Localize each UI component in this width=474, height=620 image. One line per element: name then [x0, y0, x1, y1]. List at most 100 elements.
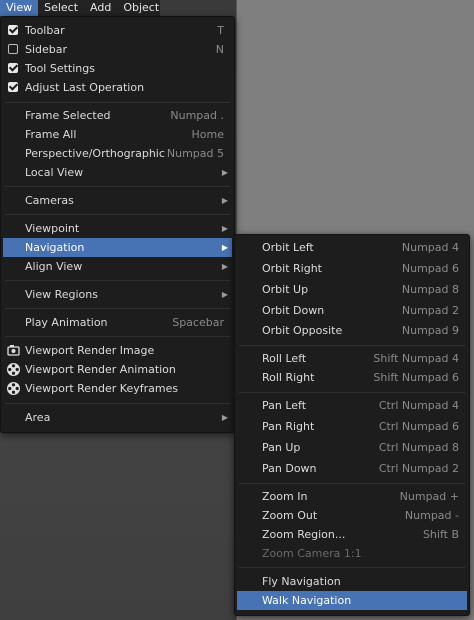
- menu-item-local-view[interactable]: Local View ▶: [3, 163, 232, 182]
- menu-item-label: Adjust Last Operation: [25, 81, 145, 94]
- menu-separator: [5, 186, 230, 187]
- menu-item-pan-right[interactable]: Pan Right Ctrl Numpad 6: [237, 417, 467, 436]
- menu-item-label: Align View: [25, 260, 83, 273]
- menu-tab-select[interactable]: Select: [38, 0, 84, 16]
- menu-item-zoom-out[interactable]: Zoom Out Numpad -: [237, 506, 467, 525]
- render-keyframes-icon: [7, 382, 20, 395]
- menu-item-label: Area: [25, 411, 51, 424]
- menu-item-viewport-render-animation[interactable]: Viewport Render Animation: [3, 360, 232, 379]
- menu-item-viewport-render-image[interactable]: Viewport Render Image: [3, 341, 232, 360]
- menu-item-shortcut: Numpad 6: [401, 262, 459, 275]
- menu-item-roll-left[interactable]: Roll Left Shift Numpad 4: [237, 349, 467, 368]
- menu-separator: [5, 336, 230, 337]
- menu-item-align-view[interactable]: Align View ▶: [3, 257, 232, 276]
- menu-tab-add[interactable]: Add: [84, 0, 117, 16]
- menu-separator: [5, 280, 230, 281]
- menu-item-orbit-down[interactable]: Orbit Down Numpad 2: [237, 301, 467, 320]
- menu-item-label: Pan Down: [262, 462, 317, 475]
- menu-item-label: Toolbar: [25, 24, 65, 37]
- menu-item-viewport-render-keyframes[interactable]: Viewport Render Keyframes: [3, 379, 232, 398]
- menu-item-pan-up[interactable]: Pan Up Ctrl Numpad 8: [237, 438, 467, 457]
- menu-item-viewpoint[interactable]: Viewpoint ▶: [3, 219, 232, 238]
- menu-tab-view[interactable]: View: [0, 0, 39, 16]
- menu-item-shortcut: N: [215, 43, 224, 56]
- menu-item-label: Zoom Out: [262, 509, 318, 522]
- menu-item-label: Roll Right: [262, 371, 315, 384]
- header-menubar: View Select Add Object: [0, 0, 160, 16]
- menu-item-orbit-right[interactable]: Orbit Right Numpad 6: [237, 259, 467, 278]
- menu-item-shortcut: Spacebar: [172, 316, 224, 329]
- render-image-icon: [7, 345, 20, 356]
- menu-item-shortcut: Numpad 8: [401, 283, 459, 296]
- menu-item-walk-navigation[interactable]: Walk Navigation: [237, 591, 467, 610]
- menu-item-shortcut: Ctrl Numpad 4: [378, 399, 459, 412]
- menu-separator: [239, 567, 465, 568]
- submenu-arrow-icon: ▶: [221, 413, 228, 422]
- menu-separator: [239, 392, 465, 393]
- menu-item-shortcut: Numpad 5: [166, 147, 224, 160]
- menu-item-label: Frame Selected: [25, 109, 111, 122]
- menu-item-label: Orbit Down: [262, 304, 325, 317]
- menu-item-adjust-last-operation[interactable]: Adjust Last Operation: [3, 78, 232, 97]
- menu-tab-object[interactable]: Object: [117, 0, 165, 16]
- menu-item-frame-all[interactable]: Frame All Home: [3, 125, 232, 144]
- menu-item-orbit-up[interactable]: Orbit Up Numpad 8: [237, 280, 467, 299]
- menu-item-label: Walk Navigation: [262, 594, 352, 607]
- menu-item-orbit-left[interactable]: Orbit Left Numpad 4: [237, 238, 467, 257]
- menu-item-zoom-in[interactable]: Zoom In Numpad +: [237, 487, 467, 506]
- menu-item-pan-down[interactable]: Pan Down Ctrl Numpad 2: [237, 459, 467, 478]
- menu-item-label: Orbit Up: [262, 283, 309, 296]
- menu-item-navigation[interactable]: Navigation ▶: [3, 238, 232, 257]
- menu-separator: [239, 483, 465, 484]
- menu-item-perspective-orthographic[interactable]: Perspective/Orthographic Numpad 5: [3, 144, 232, 163]
- menu-item-sidebar[interactable]: Sidebar N: [3, 40, 232, 59]
- menu-item-area[interactable]: Area ▶: [3, 408, 232, 427]
- menu-item-label: Fly Navigation: [262, 575, 341, 588]
- menu-item-cameras[interactable]: Cameras ▶: [3, 191, 232, 210]
- menu-item-shortcut: Numpad 4: [401, 241, 459, 254]
- menu-item-label: Orbit Opposite: [262, 324, 343, 337]
- submenu-arrow-icon: ▶: [221, 290, 228, 299]
- render-animation-icon: [7, 363, 20, 376]
- menu-item-shortcut: Shift B: [422, 528, 459, 541]
- menu-item-tool-settings[interactable]: Tool Settings: [3, 59, 232, 78]
- menu-item-shortcut: Numpad 9: [401, 324, 459, 337]
- menu-item-label: Zoom Camera 1:1: [262, 547, 362, 560]
- menu-item-label: Tool Settings: [25, 62, 95, 75]
- menu-item-label: Orbit Right: [262, 262, 322, 275]
- menu-item-shortcut: Shift Numpad 6: [373, 371, 459, 384]
- menu-item-label: Orbit Left: [262, 241, 314, 254]
- menu-item-shortcut: Numpad 2: [401, 304, 459, 317]
- menu-item-zoom-camera-1-1: Zoom Camera 1:1: [237, 544, 467, 563]
- menu-item-label: Cameras: [25, 194, 74, 207]
- menu-item-label: Navigation: [25, 241, 85, 254]
- menu-item-fly-navigation[interactable]: Fly Navigation: [237, 572, 467, 591]
- menu-item-view-regions[interactable]: View Regions ▶: [3, 285, 232, 304]
- menu-item-label: Local View: [25, 166, 84, 179]
- submenu-arrow-icon: ▶: [221, 262, 228, 271]
- checkbox-checked-icon[interactable]: [8, 63, 18, 73]
- view-menu: Toolbar T Sidebar N Tool Settings Adjust…: [0, 16, 235, 433]
- checkbox-checked-icon[interactable]: [8, 25, 18, 35]
- menu-item-shortcut: Numpad -: [404, 509, 459, 522]
- menu-item-shortcut: Numpad .: [170, 109, 224, 122]
- navigation-submenu: Orbit Left Numpad 4 Orbit Right Numpad 6…: [234, 234, 470, 616]
- menu-item-toolbar[interactable]: Toolbar T: [3, 21, 232, 40]
- menu-item-play-animation[interactable]: Play Animation Spacebar: [3, 313, 232, 332]
- menu-separator: [5, 403, 230, 404]
- menu-item-label: Pan Left: [262, 399, 307, 412]
- checkbox-checked-icon[interactable]: [8, 82, 18, 92]
- checkbox-unchecked-icon[interactable]: [8, 44, 18, 54]
- menu-item-pan-left[interactable]: Pan Left Ctrl Numpad 4: [237, 396, 467, 415]
- menu-item-shortcut: Ctrl Numpad 8: [378, 441, 459, 454]
- menu-separator: [5, 102, 230, 103]
- submenu-arrow-icon: ▶: [221, 224, 228, 233]
- menu-item-frame-selected[interactable]: Frame Selected Numpad .: [3, 106, 232, 125]
- menu-item-label: Viewport Render Keyframes: [25, 382, 179, 395]
- menu-item-label: Pan Right: [262, 420, 315, 433]
- menu-item-shortcut: Ctrl Numpad 6: [378, 420, 459, 433]
- menu-item-orbit-opposite[interactable]: Orbit Opposite Numpad 9: [237, 321, 467, 340]
- menu-item-roll-right[interactable]: Roll Right Shift Numpad 6: [237, 368, 467, 387]
- menu-item-zoom-region[interactable]: Zoom Region... Shift B: [237, 525, 467, 544]
- menu-item-shortcut: T: [217, 24, 224, 37]
